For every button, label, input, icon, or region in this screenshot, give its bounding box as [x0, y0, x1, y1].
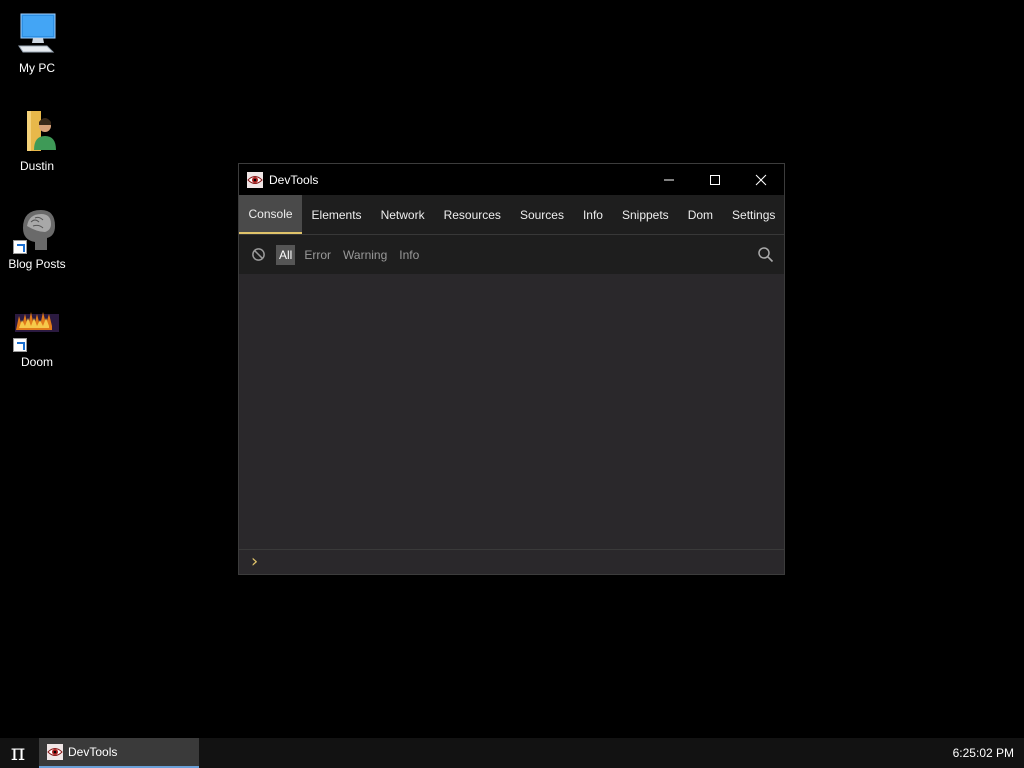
minimize-icon [664, 179, 674, 180]
close-button[interactable] [738, 164, 784, 195]
shortcut-arrow-icon [13, 338, 27, 352]
devtools-tab-bar: Console Elements Network Resources Sourc… [239, 195, 784, 235]
desktop-icon-label: My PC [19, 61, 55, 75]
filter-all[interactable]: All [276, 244, 296, 265]
tab-elements[interactable]: Elements [302, 195, 371, 234]
user-folder-icon [13, 108, 61, 156]
search-button[interactable] [757, 246, 774, 268]
console-filter-bar: All Error Warning Info [239, 235, 784, 275]
devtools-eye-icon [247, 171, 263, 188]
clear-console-button[interactable] [249, 246, 267, 264]
filter-warning[interactable]: Warning [340, 245, 390, 265]
prompt-chevron-icon: › [251, 551, 259, 572]
tab-sources[interactable]: Sources [510, 195, 573, 234]
start-button[interactable]: π [0, 738, 36, 768]
taskbar-item-devtools[interactable]: DevTools [39, 738, 199, 768]
taskbar-item-title: DevTools [68, 745, 118, 759]
tab-console[interactable]: Console [239, 195, 303, 234]
tab-resources[interactable]: Resources [434, 195, 510, 234]
maximize-icon [710, 174, 720, 185]
console-input[interactable]: › [239, 549, 784, 574]
window-titlebar[interactable]: DevTools [239, 164, 784, 195]
clear-console-icon [251, 248, 265, 261]
console-output-area [239, 274, 784, 550]
desktop-icon-doom[interactable]: Doom [4, 304, 70, 369]
maximize-button[interactable] [692, 164, 738, 195]
computer-icon [13, 10, 61, 58]
tab-info[interactable]: Info [573, 195, 612, 234]
filter-info[interactable]: Info [396, 245, 422, 265]
desktop-icon-blog-posts[interactable]: Blog Posts [4, 206, 70, 271]
window-title: DevTools [269, 172, 319, 187]
devtools-eye-icon [47, 744, 63, 760]
brain-scan-icon [13, 206, 61, 254]
tab-network[interactable]: Network [371, 195, 434, 234]
desktop-icon-dustin[interactable]: Dustin [4, 108, 70, 173]
desktop-icon-label: Doom [20, 355, 53, 369]
taskbar-clock: 6:25:02 PM [952, 746, 1014, 760]
close-icon [755, 174, 767, 185]
tab-dom[interactable]: Dom [678, 195, 722, 234]
desktop-icon-label: Dustin [19, 159, 54, 173]
filter-error[interactable]: Error [301, 245, 334, 265]
tab-settings[interactable]: Settings [723, 195, 785, 234]
search-icon [758, 247, 774, 263]
taskbar: π DevTools 6:25:02 PM [0, 738, 1024, 768]
minimize-button[interactable] [646, 164, 692, 195]
doom-icon [10, 304, 61, 352]
devtools-window: DevTools Console Elements Network Resour… [238, 163, 785, 575]
desktop-icon-my-pc[interactable]: My PC [4, 10, 70, 75]
desktop-icon-label: Blog Posts [8, 257, 66, 271]
tab-snippets[interactable]: Snippets [612, 195, 678, 234]
shortcut-arrow-icon [13, 240, 27, 254]
